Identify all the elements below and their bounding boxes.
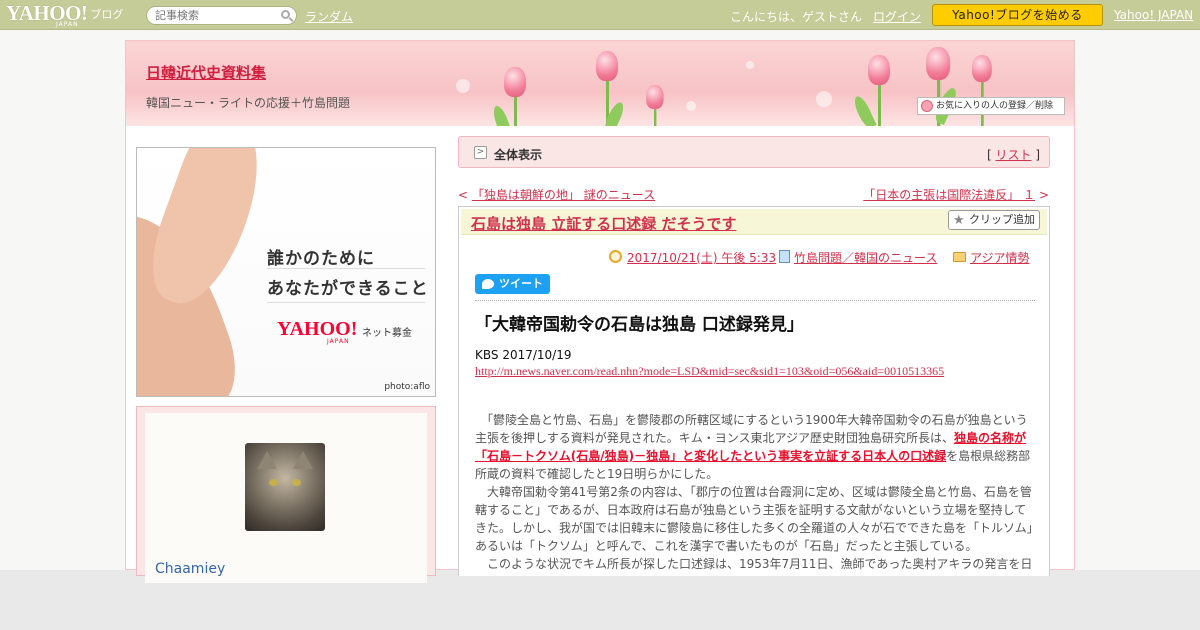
book-icon — [779, 250, 790, 263]
profile-inner: Chaamiey — [145, 413, 427, 583]
bokeh-light — [686, 101, 696, 111]
blog-header: 日韓近代史資料集 韓国ニュー・ライトの応援＋竹島問題 お気に入りの人の登録／削除 — [126, 41, 1074, 126]
next-article-link[interactable]: 「日本の主張は国際法違反」 １ > — [863, 186, 1049, 203]
previous-article-link[interactable]: < 「独島は朝鮮の地」 謎のニュース — [458, 186, 655, 203]
tweet-label: ツイート — [499, 277, 543, 290]
article-folder-link[interactable]: アジア情勢 — [970, 249, 1030, 266]
article-category: 竹島問題／韓国のニュース — [794, 251, 938, 265]
search-icon[interactable] — [281, 10, 290, 19]
page-background: 日韓近代史資料集 韓国ニュー・ライトの応援＋竹島問題 お気に入りの人の登録／削除… — [0, 30, 1200, 583]
article-paragraph: このような状況でキム所長が探した口述録は、1953年7月11日、漁師であった奥村… — [475, 557, 1033, 571]
view-toggle-icon[interactable]: > — [474, 146, 487, 159]
photo-credit: photo:aflo — [384, 382, 430, 392]
previous-article-title: 「独島は朝鮮の地」 謎のニュース — [471, 188, 656, 202]
clock-icon — [609, 250, 622, 263]
source-url-link[interactable]: http://m.news.naver.com/read.nhn?mode=LS… — [475, 364, 944, 379]
ad-text-line1: 誰かのために — [267, 249, 375, 269]
search-input[interactable] — [155, 7, 275, 24]
ad-service-name: ネット募金 — [362, 328, 412, 339]
bokeh-light — [816, 91, 832, 107]
divider — [475, 300, 1035, 301]
random-link[interactable]: ランダム — [305, 8, 353, 25]
profile-name[interactable]: Chaamiey — [155, 561, 225, 577]
paragraph-text: 「鬱陵全島と竹島、石島」を鬱陵郡の所轄区域にするという1900年大韓帝国勅令の石… — [475, 413, 1028, 445]
next-arrow: > — [1038, 188, 1049, 202]
avatar[interactable] — [245, 443, 325, 531]
login-link[interactable]: ログイン — [873, 8, 921, 25]
prev-arrow: < — [458, 188, 469, 202]
article-date: 2017/10/21(土) 午後 5:33 — [627, 251, 777, 265]
article-paragraph: 大韓帝国勅令第41号第2条の内容は、「郡庁の位置は台霞洞に定め、区域は鬱陵全島と… — [475, 485, 1033, 553]
logo-text: YAHOO! — [6, 1, 88, 25]
ad-text-line2: あなたができること — [267, 279, 429, 299]
article-date-link[interactable]: 2017/10/21(土) 午後 5:33 — [627, 249, 776, 266]
article-category-link[interactable]: 竹島問題／韓国のニュース — [794, 249, 937, 266]
article-body: 「鬱陵全島と竹島、石島」を鬱陵郡の所轄区域にするという1900年大韓帝国勅令の石… — [475, 411, 1035, 573]
yahoo-japan-link[interactable]: Yahoo! JAPAN — [1114, 8, 1193, 22]
article-header: 石島は独島 立証する口述録 だそうです ★ クリップ追加 — [461, 209, 1047, 235]
clip-add-button[interactable]: ★ クリップ追加 — [948, 210, 1040, 230]
twitter-bird-icon — [482, 279, 494, 289]
favorite-register-button[interactable]: お気に入りの人の登録／削除 — [917, 97, 1065, 115]
divider — [267, 302, 425, 303]
global-header: YAHOO! JAPAN ブログ ランダム こんにちは、ゲストさん ログイン Y… — [0, 0, 1200, 30]
blog-frame: 日韓近代史資料集 韓国ニュー・ライトの応援＋竹島問題 お気に入りの人の登録／削除… — [125, 40, 1075, 583]
folder-icon — [953, 252, 966, 262]
article-card: 石島は独島 立証する口述録 だそうです ★ クリップ追加 2017/10/21(… — [458, 206, 1050, 576]
tweet-button[interactable]: ツイート — [475, 274, 550, 294]
bracket: [ — [986, 148, 992, 162]
list-view-link[interactable]: リスト — [995, 148, 1031, 162]
favorite-register-label: お気に入りの人の登録／削除 — [936, 101, 1054, 111]
bokeh-light — [456, 79, 470, 93]
article-title[interactable]: 石島は独島 立証する口述録 だそうです — [471, 213, 736, 234]
view-mode-bar: > 全体表示 [ リスト ] — [458, 136, 1050, 168]
star-icon: ★ — [953, 213, 965, 228]
search-box — [146, 6, 297, 25]
bracket: ] — [1035, 148, 1040, 162]
article-source: KBS 2017/10/19 — [475, 348, 572, 362]
logo-sub: JAPAN — [56, 21, 79, 28]
start-blog-button[interactable]: Yahoo!ブログを始める — [932, 4, 1103, 26]
next-article-title: 「日本の主張は国際法違反」 １ — [863, 188, 1036, 202]
list-view-toggle: [ リスト ] — [987, 146, 1040, 163]
article-folder: アジア情勢 — [970, 251, 1030, 265]
yahoo-blog-logo[interactable]: YAHOO! JAPAN ブログ — [6, 1, 124, 29]
view-all-label: 全体表示 — [494, 148, 543, 162]
blog-title[interactable]: 日韓近代史資料集 — [146, 62, 266, 83]
article-paragraph: 「鬱陵全島と竹島、石島」を鬱陵郡の所轄区域にするという1900年大韓帝国勅令の石… — [475, 411, 1035, 483]
profile-box: Chaamiey — [136, 406, 436, 583]
greeting-text: こんにちは、ゲストさん — [730, 10, 863, 24]
blog-description: 韓国ニュー・ライトの応援＋竹島問題 — [146, 96, 351, 110]
favorite-icon — [921, 100, 933, 112]
logo-blog: ブログ — [90, 8, 124, 21]
divider — [267, 268, 425, 269]
sidebar-ad-banner[interactable]: 誰かのために あなたができること YAHOO! JAPAN ネット募金 phot… — [136, 147, 436, 397]
clip-add-label: クリップ追加 — [969, 213, 1035, 226]
article-headline: 「大韓帝国勅令の石島は独島 口述録発見」 — [475, 315, 804, 335]
ad-brand-sub: JAPAN — [327, 338, 350, 345]
bokeh-light — [746, 61, 754, 69]
